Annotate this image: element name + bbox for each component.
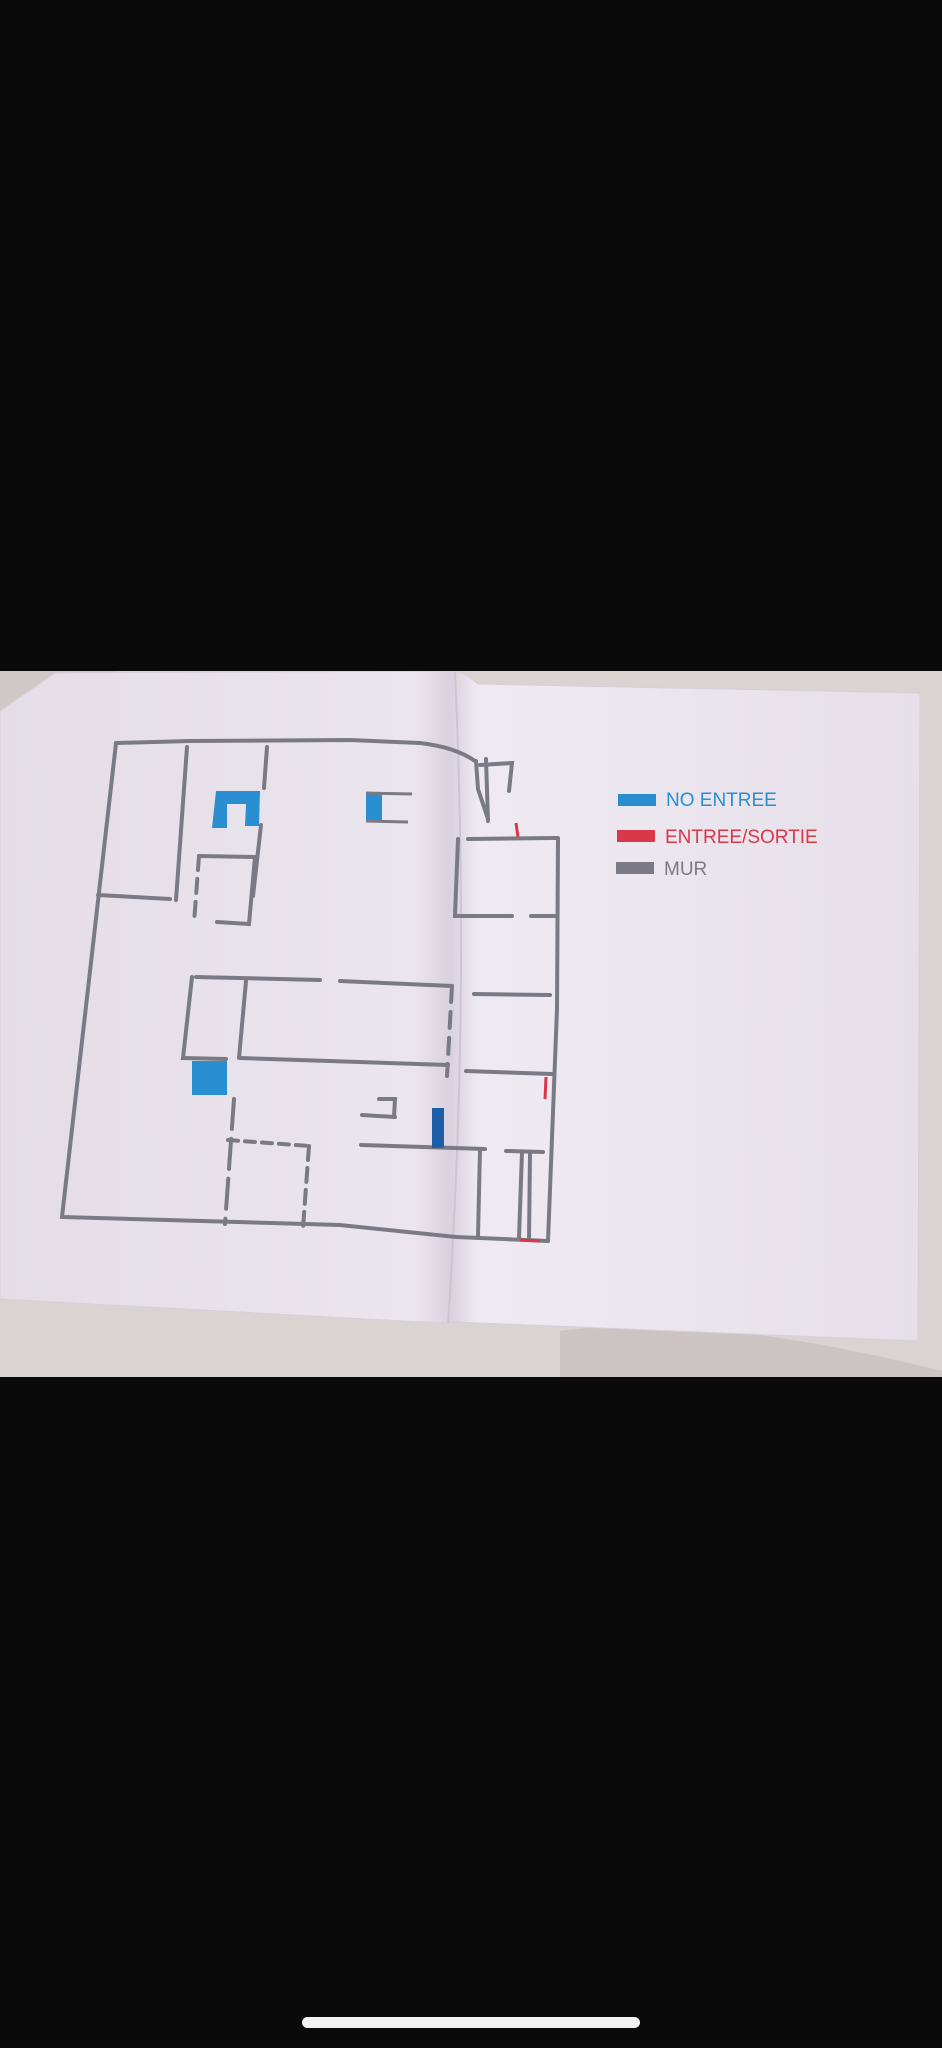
legend-label-entree-sortie: ENTREE/SORTIE bbox=[665, 827, 818, 848]
wall bbox=[527, 1151, 532, 1242]
legend-label-no-entree: NO ENTREE bbox=[666, 790, 777, 811]
legend-label-mur: MUR bbox=[664, 859, 707, 880]
legend-swatch-blue bbox=[618, 794, 656, 806]
wall bbox=[476, 1147, 482, 1238]
wall bbox=[466, 836, 558, 841]
wall bbox=[472, 992, 552, 997]
entry-exit-mark bbox=[519, 1238, 541, 1243]
entry-exit-mark bbox=[514, 822, 520, 838]
wall bbox=[484, 757, 490, 823]
home-indicator[interactable] bbox=[302, 2017, 640, 2028]
photo-floor-plan: NO ENTREE ENTREE/SORTIE MUR bbox=[0, 671, 942, 1377]
no-entry-zone bbox=[432, 1108, 444, 1148]
no-entry-zone bbox=[366, 793, 382, 821]
wall bbox=[365, 791, 413, 796]
wall bbox=[365, 819, 409, 824]
legend-swatch-red bbox=[617, 830, 655, 842]
photo-canvas: NO ENTREE ENTREE/SORTIE MUR bbox=[0, 671, 942, 1377]
entry-exit-mark bbox=[543, 1076, 548, 1100]
legend-swatch-gray bbox=[616, 862, 654, 874]
paper-sheet bbox=[0, 671, 921, 1342]
wall bbox=[504, 1149, 545, 1154]
wall bbox=[360, 1113, 397, 1119]
no-entry-zone bbox=[192, 1061, 227, 1095]
